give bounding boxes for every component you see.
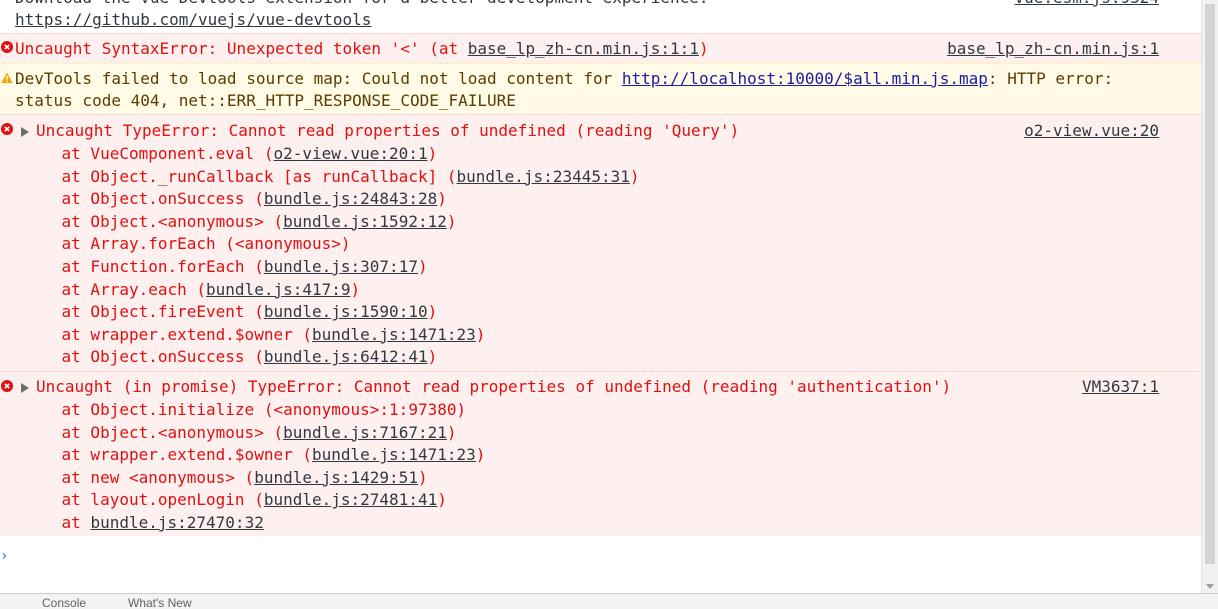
stack-frame: at Function.forEach (bundle.js:307:17) bbox=[23, 257, 428, 276]
error-icon bbox=[1, 41, 13, 53]
error-icon bbox=[1, 380, 13, 392]
stack-frame-link[interactable]: bundle.js:6412:41 bbox=[264, 347, 428, 366]
syntax-error-text: Uncaught SyntaxError: Unexpected token '… bbox=[15, 39, 709, 58]
console-prompt-icon[interactable]: › bbox=[0, 545, 8, 568]
source-map-link[interactable]: http://localhost:10000/$all.min.js.map bbox=[622, 69, 988, 88]
source-link-vue-esm[interactable]: vue.esm.js:9324 bbox=[1015, 0, 1160, 10]
stack-frame: at wrapper.extend.$owner (bundle.js:1471… bbox=[23, 445, 486, 465]
stack-frame-link[interactable]: bundle.js:417:9 bbox=[206, 280, 351, 299]
warning-text-line2: status code 404, net::ERR_HTTP_RESPONSE_… bbox=[15, 91, 516, 110]
console-message-info: Download the Vue Devtools extension for … bbox=[0, 0, 1202, 33]
stack-frame-link[interactable]: bundle.js:27470:32 bbox=[90, 513, 263, 532]
stack-frame: at Object.<anonymous> (bundle.js:7167:21… bbox=[23, 422, 457, 442]
vertical-scrollbar[interactable] bbox=[1201, 0, 1218, 593]
stack-frame-link[interactable]: bundle.js:23445:31 bbox=[456, 167, 629, 186]
stack-frame: at layout.openLogin (bundle.js:27481:41) bbox=[23, 490, 447, 510]
console-panel: Download the Vue Devtools extension for … bbox=[0, 0, 1202, 593]
stack-frame-link[interactable]: bundle.js:1429:51 bbox=[254, 468, 418, 487]
scrollbar-thumb[interactable] bbox=[1205, 4, 1215, 564]
source-link-base-lp[interactable]: base_lp_zh-cn.min.js:1 bbox=[947, 38, 1159, 61]
stack-frame-link[interactable]: bundle.js:1592:12 bbox=[283, 212, 447, 231]
stack-frame: at Object.onSuccess (bundle.js:24843:28) bbox=[23, 189, 447, 209]
stack-frame-link[interactable]: bundle.js:307:17 bbox=[264, 257, 418, 276]
scroll-down-arrow-icon[interactable] bbox=[1206, 584, 1214, 589]
stack-frame: at Array.each (bundle.js:417:9) bbox=[23, 279, 361, 299]
stack-frame: at new <anonymous> (bundle.js:1429:51) bbox=[23, 467, 428, 487]
tab-console[interactable]: Console bbox=[42, 594, 86, 609]
promise-error-header: Uncaught (in promise) TypeError: Cannot … bbox=[36, 377, 952, 396]
stack-frame: at Object.<anonymous> (bundle.js:1592:12… bbox=[23, 211, 457, 231]
stack-frame: at VueComponent.eval (o2-view.vue:20:1) bbox=[23, 144, 438, 163]
tab-whats-new[interactable]: What's New bbox=[128, 594, 192, 609]
source-link-o2-view[interactable]: o2-view.vue:20 bbox=[1024, 120, 1159, 143]
vue-devtools-link[interactable]: https://github.com/vuejs/vue-devtools bbox=[15, 9, 371, 32]
type-error-header: Uncaught TypeError: Cannot read properti… bbox=[36, 121, 740, 140]
drawer-tab-bar: Console What's New bbox=[0, 593, 1218, 609]
stack-frame: at Object.initialize (<anonymous>:1:9738… bbox=[23, 400, 467, 419]
stack-frame: at Object.fireEvent (bundle.js:1590:10) bbox=[23, 302, 438, 322]
console-message-type-error: Uncaught TypeError: Cannot read properti… bbox=[0, 114, 1202, 371]
stack-frame-link[interactable]: bundle.js:1590:10 bbox=[264, 302, 428, 321]
stack-frame-link[interactable]: bundle.js:7167:21 bbox=[283, 423, 447, 442]
error-icon bbox=[1, 123, 13, 135]
stack-frame-link[interactable]: bundle.js:27481:41 bbox=[264, 490, 437, 509]
stack-frame: at Array.forEach (<anonymous>) bbox=[23, 234, 351, 254]
warning-text: DevTools failed to load source map: Coul… bbox=[15, 69, 1114, 88]
expand-triangle-icon[interactable] bbox=[21, 383, 29, 393]
expand-triangle-icon[interactable] bbox=[21, 127, 29, 137]
console-message-syntax-error: Uncaught SyntaxError: Unexpected token '… bbox=[0, 33, 1202, 63]
stack-frame-link[interactable]: o2-view.vue:20:1 bbox=[273, 144, 427, 163]
warning-icon bbox=[1, 72, 13, 83]
stack-frame: at Object._runCallback [as runCallback] … bbox=[23, 166, 640, 186]
console-message-warning: DevTools failed to load source map: Coul… bbox=[0, 63, 1202, 114]
console-message-promise-error: Uncaught (in promise) TypeError: Cannot … bbox=[0, 371, 1202, 536]
source-link-vm3637[interactable]: VM3637:1 bbox=[1082, 376, 1159, 399]
syntax-error-location-link[interactable]: base_lp_zh-cn.min.js:1:1 bbox=[468, 39, 699, 58]
stack-frame-link[interactable]: bundle.js:24843:28 bbox=[264, 189, 437, 208]
stack-frame: at Object.onSuccess (bundle.js:6412:41) bbox=[23, 347, 438, 367]
stack-frame-link[interactable]: bundle.js:1471:23 bbox=[312, 325, 476, 344]
stack-frame-link[interactable]: bundle.js:1471:23 bbox=[312, 445, 476, 464]
stack-frame: at wrapper.extend.$owner (bundle.js:1471… bbox=[23, 324, 486, 344]
stack-frame: at bundle.js:27470:32 bbox=[23, 513, 264, 532]
